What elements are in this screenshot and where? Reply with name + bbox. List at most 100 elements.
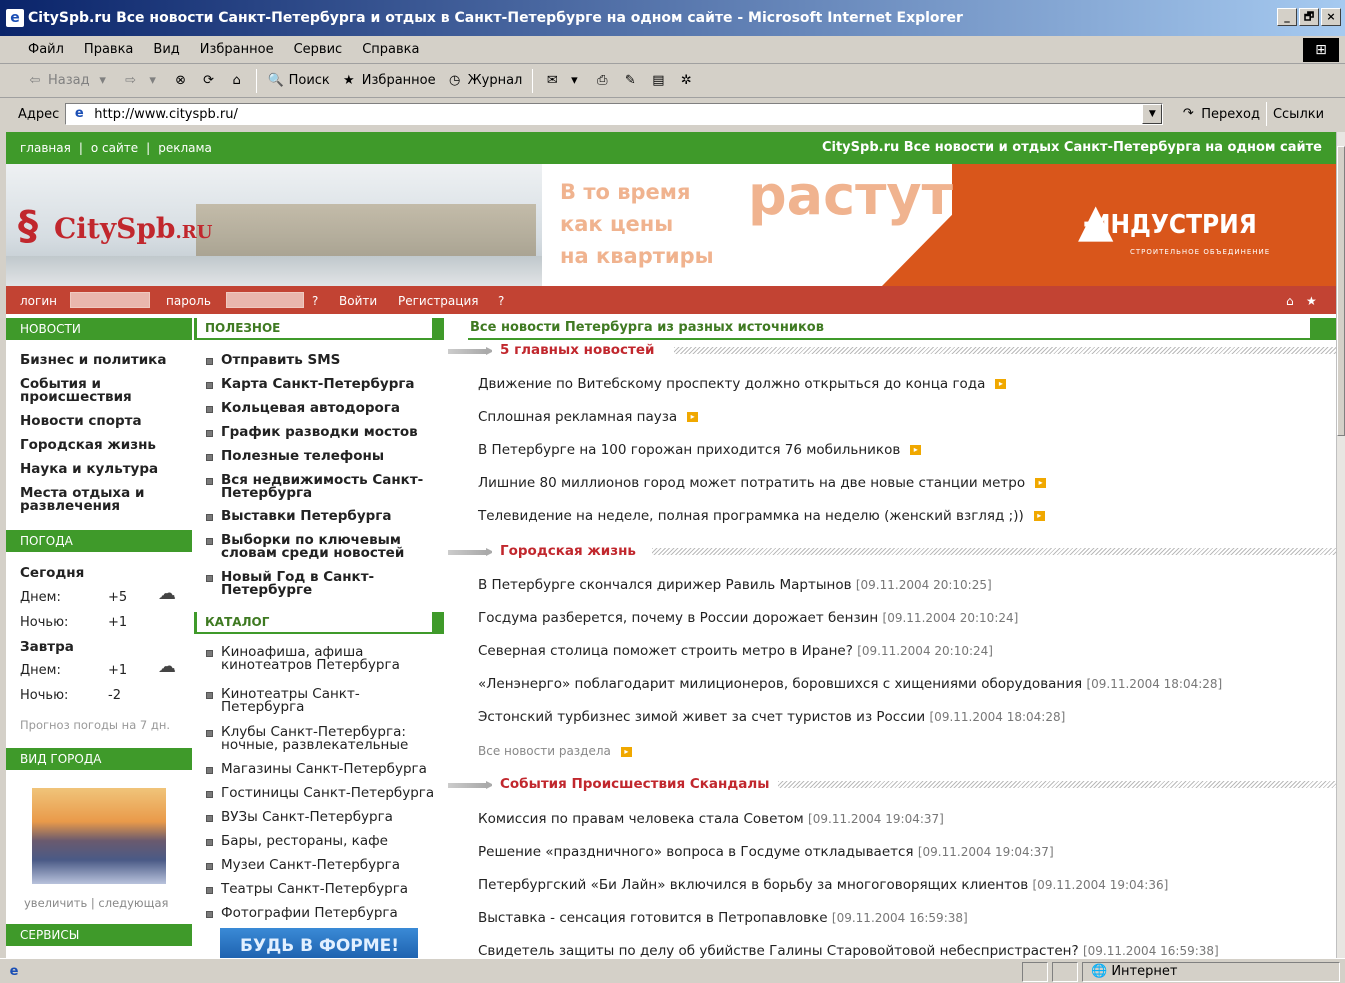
maximize-button[interactable]: 🗗	[1299, 8, 1319, 26]
minimize-button[interactable]: _	[1277, 8, 1297, 26]
news-link[interactable]: Госдума разберется, почему в России доро…	[478, 610, 1018, 626]
useful-link[interactable]: Выборки по ключевым словам среди новосте…	[206, 533, 442, 560]
menu-file[interactable]: Файл	[28, 42, 64, 57]
ad-banner[interactable]: В то время как цены на квартиры растут ▲…	[542, 164, 1336, 286]
forward-button[interactable]: ⇨ ▾	[122, 72, 162, 90]
news-cat-leisure[interactable]: Места отдыха и развлечения	[20, 486, 190, 513]
vertical-scrollbar[interactable]	[1336, 132, 1345, 958]
login-input[interactable]	[70, 292, 150, 308]
menu-tools[interactable]: Сервис	[294, 42, 343, 57]
useful-link[interactable]: Карта Санкт-Петербурга	[206, 377, 442, 391]
stop-button[interactable]: ⊗	[172, 72, 190, 90]
news-link[interactable]: Выставка - сенсация готовится в Петропав…	[478, 910, 968, 926]
useful-link[interactable]: График разводки мостов	[206, 425, 442, 439]
forward-arrow-icon: ⇨	[125, 72, 137, 88]
back-button[interactable]: ⇦ Назад ▾	[26, 72, 112, 90]
mail-button[interactable]: ✉ ▾	[543, 72, 583, 90]
nav-ads-link[interactable]: реклама	[158, 141, 212, 155]
discuss-button[interactable]: ▤	[649, 72, 667, 90]
address-dropdown-button[interactable]: ▼	[1142, 104, 1163, 124]
catalog-link[interactable]: ВУЗы Санкт-Петербурга	[206, 810, 442, 824]
catalog-link[interactable]: Фотографии Петербурга	[206, 906, 442, 920]
menu-bar: Файл Правка Вид Избранное Сервис Справка…	[0, 36, 1345, 64]
site-logo[interactable]: § CitySpb.RU	[6, 164, 542, 286]
news-link[interactable]: Комиссия по правам человека стала Совето…	[478, 811, 944, 827]
promo-banner[interactable]: БУДЬ В ФОРМЕ!	[220, 928, 418, 958]
weather-forecast-link[interactable]: Прогноз погоды на 7 дн.	[20, 718, 170, 732]
history-button[interactable]: ◷ Журнал	[446, 72, 522, 90]
city-view-photo[interactable]	[32, 788, 166, 884]
news-link[interactable]: Телевидение на неделе, полная программка…	[478, 508, 1045, 524]
news-link[interactable]: Решение «праздничного» вопроса в Госдуме…	[478, 844, 1054, 860]
catalog-link[interactable]: Музеи Санкт-Петербурга	[206, 858, 442, 872]
register-help[interactable]: ?	[498, 294, 504, 308]
catalog-link[interactable]: Киноафиша, афиша кинотеатров Петербурга	[206, 645, 442, 672]
useful-link[interactable]: Новый Год в Санкт-Петербурге	[206, 570, 442, 597]
status-bar: e 🌐 Интернет	[0, 958, 1345, 983]
catalog-link[interactable]: Клубы Санкт-Петербурга: ночные, развлека…	[206, 725, 442, 752]
news-link[interactable]: Петербургский «Би Лайн» включился в борь…	[478, 877, 1168, 893]
all-section-news-link[interactable]: Все новости раздела ▸	[478, 744, 632, 758]
register-link[interactable]: Регистрация	[398, 294, 478, 308]
menu-edit[interactable]: Правка	[84, 42, 133, 57]
catalog-link[interactable]: Гостиницы Санкт-Петербурга	[206, 786, 442, 800]
news-link[interactable]: В Петербурге на 100 горожан приходится 7…	[478, 442, 922, 458]
refresh-button[interactable]: ⟳	[200, 72, 218, 90]
news-link[interactable]: Лишние 80 миллионов город может потратит…	[478, 475, 1047, 491]
window-title-bar[interactable]: e CitySpb.ru Все новости Санкт-Петербург…	[0, 0, 1345, 36]
nav-about-link[interactable]: о сайте	[91, 141, 138, 155]
catalog-link[interactable]: Магазины Санкт-Петербурга	[206, 762, 442, 776]
useful-heading: ПОЛЕЗНОЕ	[194, 318, 444, 340]
menu-favorites[interactable]: Избранное	[200, 42, 274, 57]
useful-link[interactable]: Вся недвижимость Санкт-Петербурга	[206, 473, 442, 500]
links-button[interactable]: Ссылки	[1273, 107, 1324, 122]
edit-icon: ✎	[624, 72, 636, 88]
home-icon[interactable]: ⌂	[1286, 294, 1294, 308]
go-button[interactable]: ↷ Переход	[1179, 105, 1260, 123]
ad-brand: ·ИНДУСТРИЯ	[1082, 210, 1257, 240]
catalog-link[interactable]: Кинотеатры Санкт-Петербурга	[206, 687, 442, 714]
password-input[interactable]	[226, 292, 304, 308]
news-link[interactable]: Свидетель защиты по делу об убийстве Гал…	[478, 943, 1219, 958]
home-button[interactable]: ⌂	[228, 72, 246, 90]
close-button[interactable]: ×	[1321, 8, 1341, 26]
print-button[interactable]: ⎙	[593, 72, 611, 90]
scrollbar-thumb[interactable]	[1337, 146, 1345, 436]
next-photo-link[interactable]: следующая	[98, 896, 168, 910]
search-button[interactable]: 🔍 Поиск	[267, 72, 330, 90]
edit-button[interactable]: ✎	[621, 72, 639, 90]
messenger-button[interactable]: ✲	[677, 72, 695, 90]
enlarge-link[interactable]: увеличить	[24, 896, 87, 910]
useful-link[interactable]: Выставки Петербурга	[206, 509, 442, 523]
refresh-icon: ⟳	[203, 72, 215, 88]
star-icon[interactable]: ★	[1306, 294, 1317, 308]
news-link[interactable]: В Петербурге скончался дирижер Равиль Ма…	[478, 577, 992, 593]
useful-link[interactable]: Кольцевая автодорога	[206, 401, 442, 415]
news-link[interactable]: Эстонский турбизнес зимой живет за счет …	[478, 709, 1065, 725]
catalog-link[interactable]: Бары, рестораны, кафе	[206, 834, 442, 848]
section-events-title: События Происшествия Скандалы	[492, 776, 778, 792]
catalog-link[interactable]: Театры Санкт-Петербурга	[206, 882, 442, 896]
news-cat-business[interactable]: Бизнес и политика	[20, 353, 190, 367]
news-link[interactable]: Сплошная рекламная пауза ▸	[478, 409, 699, 425]
address-input[interactable]: e http://www.cityspb.ru/ ▼	[65, 103, 1164, 125]
rain-cloud-icon: ☁	[158, 656, 176, 677]
dropdown-arrow-icon: ▾	[571, 72, 578, 88]
login-help[interactable]: ?	[312, 294, 318, 308]
news-link[interactable]: Движение по Витебскому проспекту должно …	[478, 376, 1007, 392]
news-cat-science[interactable]: Наука и культура	[20, 462, 190, 476]
news-cat-city[interactable]: Городская жизнь	[20, 438, 190, 452]
menu-view[interactable]: Вид	[153, 42, 179, 57]
menu-help[interactable]: Справка	[362, 42, 419, 57]
useful-link[interactable]: Полезные телефоны	[206, 449, 442, 463]
toolbar-separator	[1265, 102, 1267, 126]
login-button[interactable]: Войти	[339, 294, 377, 308]
weather-tomorrow-night-value: -2	[108, 688, 121, 703]
nav-home-link[interactable]: главная	[20, 141, 71, 155]
useful-link[interactable]: Отправить SMS	[206, 353, 442, 367]
favorites-button[interactable]: ★ Избранное	[340, 72, 436, 90]
news-link[interactable]: Северная столица поможет строить метро в…	[478, 643, 993, 659]
news-cat-events[interactable]: События и происшествия	[20, 377, 190, 404]
news-cat-sport[interactable]: Новости спорта	[20, 414, 190, 428]
news-link[interactable]: «Ленэнерго» поблагодарит милиционеров, б…	[478, 676, 1222, 692]
